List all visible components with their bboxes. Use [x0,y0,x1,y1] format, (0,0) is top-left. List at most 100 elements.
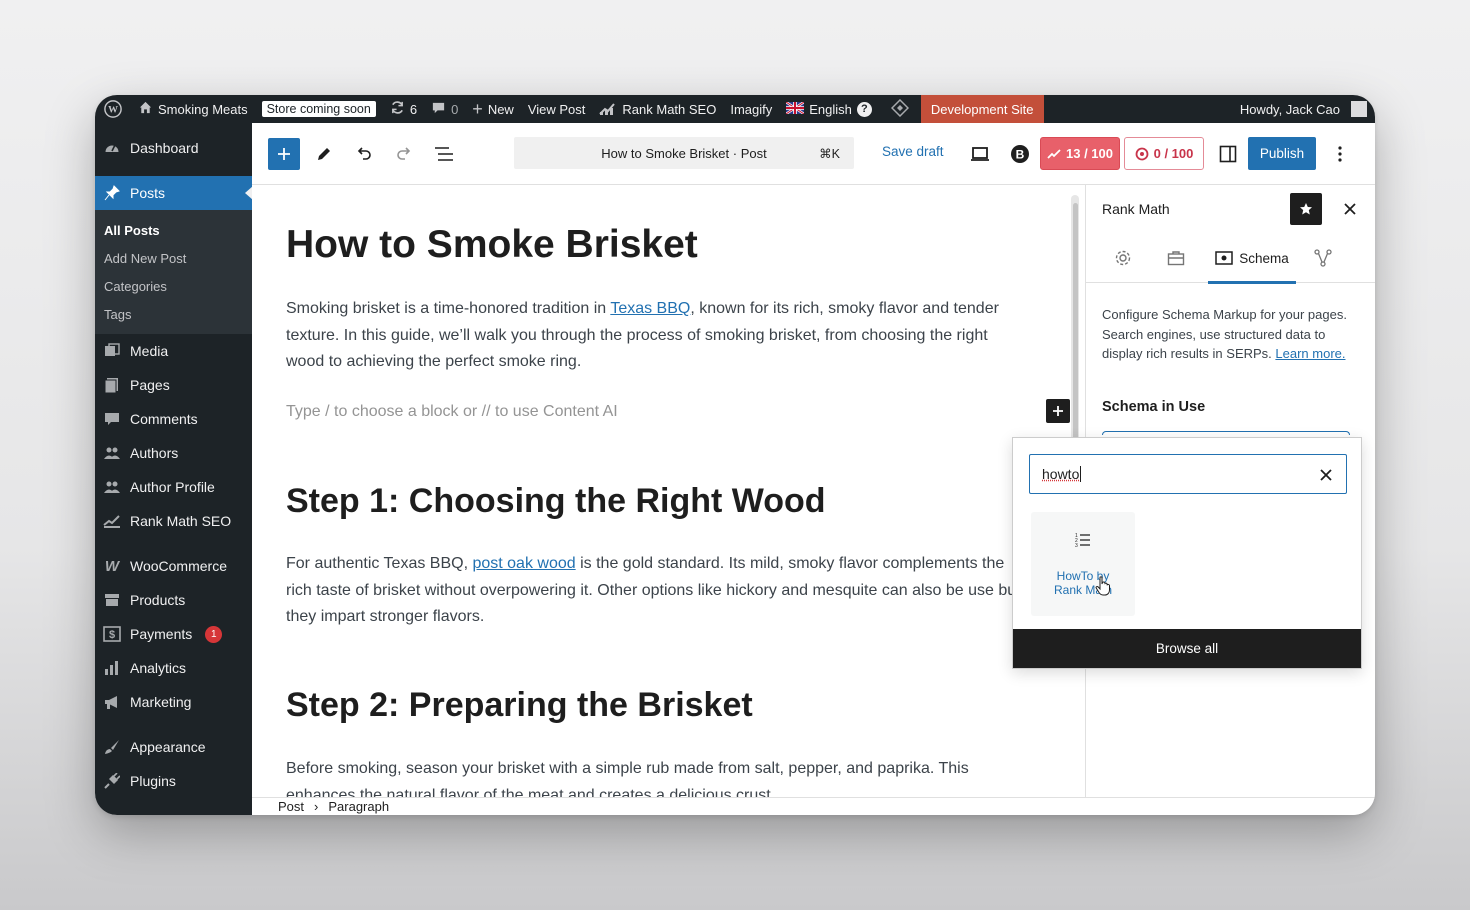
sidebar-item-rank-math-seo[interactable]: Rank Math SEO [95,504,252,538]
sidebar-item-authors[interactable]: Authors [95,436,252,470]
step1-heading[interactable]: Step 1: Choosing the Right Wood [286,482,826,521]
numbered-list-icon: 123 [1075,532,1091,553]
tab-advanced[interactable] [1160,233,1192,283]
account-menu[interactable]: Howdy, Jack Cao [1233,95,1375,123]
document-bar[interactable]: How to Smoke Brisket · Post ⌘K [514,137,854,169]
clear-search-button[interactable] [1316,465,1336,485]
close-sidebar-button[interactable] [1334,193,1366,225]
save-draft-button[interactable]: Save draft [882,144,944,159]
options-menu-button[interactable] [1324,138,1356,170]
sidebar-item-label: Posts [130,185,166,201]
view-post-link[interactable]: View Post [521,95,593,123]
help-icon[interactable]: ? [856,101,872,117]
sidebar-item-products[interactable]: Products [95,583,252,617]
archive-box-icon [103,591,121,609]
sidebar-item-label: Products [130,592,186,608]
wordpress-logo-icon[interactable]: W [95,95,131,123]
site-name: Smoking Meats [158,101,248,117]
text-cursor [1080,466,1082,482]
imagify-link[interactable]: Imagify [723,95,779,123]
preview-button[interactable] [964,138,996,170]
tab-social[interactable] [1308,233,1338,283]
comments-count: 0 [451,101,459,117]
step2-paragraph[interactable]: Before smoking, season your brisket with… [286,756,1026,797]
schema-card[interactable] [1102,431,1350,435]
new-content-link[interactable]: + New [465,95,521,123]
step2-heading[interactable]: Step 2: Preparing the Brisket [286,686,753,725]
updates-link[interactable]: 6 [383,95,424,123]
sidebar-item-marketing[interactable]: Marketing [95,685,252,719]
post-oak-wood-link[interactable]: post oak wood [472,555,575,572]
plus-icon [1053,406,1063,416]
submenu-tags[interactable]: Tags [95,300,252,328]
undo-button[interactable] [348,138,380,170]
block-inserter-button[interactable] [268,138,300,170]
rank-math-title: Rank Math [1102,201,1170,217]
star-icon [1300,203,1312,215]
step1-paragraph[interactable]: For authentic Texas BBQ, post oak wood i… [286,551,1026,631]
breadcrumb-post[interactable]: Post [278,799,304,814]
pencil-icon [318,148,330,160]
editor-canvas[interactable]: How to Smoke Brisket Smoking brisket is … [252,185,1078,797]
learn-more-link[interactable]: Learn more. [1275,346,1345,361]
seo-score-button[interactable]: 13 / 100 [1040,137,1120,170]
site-name-link[interactable]: Smoking Meats [131,95,255,123]
publish-button[interactable]: Publish [1248,137,1316,170]
browse-all-button[interactable]: Browse all [1013,629,1361,668]
sidebar-item-author-profile[interactable]: Author Profile [95,470,252,504]
store-status[interactable]: Store coming soon [255,95,383,123]
content-ai-score-value: 0 / 100 [1153,146,1194,161]
sidebar-item-plugins[interactable]: Plugins [95,764,252,798]
submenu-add-new-post[interactable]: Add New Post [95,244,252,272]
pin-star-button[interactable] [1290,193,1322,225]
edit-tool-button[interactable] [308,138,340,170]
submenu-categories[interactable]: Categories [95,272,252,300]
redo-button[interactable] [388,138,420,170]
paintbrush-icon [103,738,121,756]
sidebar-item-label: Rank Math SEO [130,513,232,529]
plugin-b-button[interactable]: B [1004,138,1036,170]
intro-paragraph[interactable]: Smoking brisket is a time-honored tradit… [286,296,1026,376]
sidebar-item-media[interactable]: Media [95,334,252,368]
sidebar-item-dashboard[interactable]: Dashboard [95,131,252,165]
diamond-tool-link[interactable] [879,95,921,123]
sidebar-item-woocommerce[interactable]: W WooCommerce [95,549,252,583]
sidebar-item-label: Dashboard [130,140,199,156]
tab-general[interactable] [1108,233,1138,283]
tab-schema[interactable]: Schema [1208,233,1296,284]
svg-text:$: $ [109,629,115,641]
submenu-all-posts[interactable]: All Posts [95,216,252,244]
rank-math-link[interactable]: Rank Math SEO [592,95,723,123]
payments-notification-badge: 1 [205,625,223,643]
comments-link[interactable]: 0 [424,95,465,123]
svg-text:W: W [108,105,118,116]
plus-icon [278,148,290,160]
sidebar-item-comments[interactable]: Comments [95,402,252,436]
settings-sidebar-toggle[interactable] [1212,138,1244,170]
sidebar-item-label: Plugins [130,773,176,789]
schema-search-input[interactable]: howto [1029,454,1347,494]
document-overview-button[interactable] [428,138,460,170]
empty-block-placeholder[interactable]: Type / to choose a block or // to use Co… [286,403,618,421]
dollar-icon: $ [103,625,121,643]
post-title[interactable]: How to Smoke Brisket [286,223,698,267]
sidebar-item-analytics[interactable]: Analytics [95,651,252,685]
language-switcher[interactable]: English ? [779,95,879,123]
intro-text-start: Smoking brisket is a time-honored tradit… [286,300,611,317]
sidebar-item-posts[interactable]: Posts [95,176,253,210]
dashboard-gauge-icon [103,139,121,157]
sidebar-item-payments[interactable]: $ Payments 1 [95,617,252,651]
texas-bbq-link[interactable]: Texas BBQ [610,300,690,317]
breadcrumb-paragraph[interactable]: Paragraph [328,799,389,814]
content-ai-score-button[interactable]: 0 / 100 [1124,137,1204,170]
sidebar-item-label: WooCommerce [130,558,227,574]
sidebar-item-appearance[interactable]: Appearance [95,730,252,764]
schema-in-use-heading: Schema in Use [1102,399,1206,415]
howto-schema-result[interactable]: 123 HowTo by Rank Math [1031,512,1135,616]
development-site-badge[interactable]: Development Site [920,95,1044,123]
schema-description: Configure Schema Markup for your pages. … [1102,305,1352,364]
sidebar-item-pages[interactable]: Pages [95,368,252,402]
inline-block-inserter[interactable] [1046,399,1070,423]
list-view-icon [435,147,453,161]
pages-icon [103,376,121,394]
